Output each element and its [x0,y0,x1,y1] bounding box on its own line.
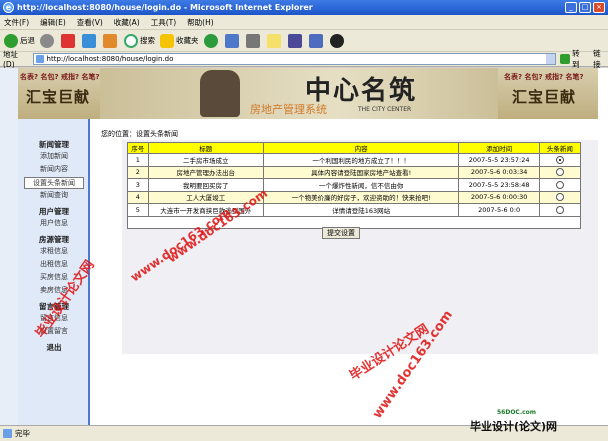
headline-radio[interactable] [555,180,564,189]
note-button[interactable] [266,33,283,48]
main-area: 您的位置：设置头条新闻 序号 标题 内容 添加时间 头条新闻 1 二手房市场成立… [92,119,608,425]
media-icon [203,33,218,48]
address-bar: 地址(D) http://localhost:8080/house/login.… [0,49,608,69]
dropdown-arrow-icon[interactable] [546,54,556,64]
sidebar-item-news-content[interactable]: 新闻内容 [18,164,90,174]
mail-icon [224,33,239,48]
stop-button[interactable] [61,33,77,48]
menu-edit[interactable]: 编辑(E) [40,17,66,28]
minimize-button[interactable]: _ [565,2,577,13]
headline-radio[interactable] [555,168,564,177]
back-button[interactable]: 后退 [4,33,35,48]
page-content: 名表? 名包? 戒指? 名笔? 汇宝巨献 中心名筑 房地产管理系统 THE CI… [0,68,608,425]
menu-favorites[interactable]: 收藏(A) [114,17,140,28]
sidebar-item-set-headline[interactable]: 设置头条新闻 [24,177,84,189]
menu-view[interactable]: 查看(V) [77,17,103,28]
forward-arrow-icon [40,33,54,48]
headline-radio[interactable] [555,193,564,202]
fish-button[interactable] [308,33,325,48]
address-url: http://localhost:8080/house/login.do [46,55,174,63]
headline-radio[interactable] [555,205,564,214]
brand-logo: 毕业设计(论文)网 [470,420,558,433]
banner-left-big: 汇宝巨献 [26,88,91,106]
forward-button[interactable] [40,33,56,48]
sidebar-item-rent-wanted[interactable]: 求租信息 [18,246,90,256]
links-button[interactable]: 链接 [593,48,608,70]
go-arrow-icon [560,54,571,64]
col-headline: 头条新闻 [538,142,582,154]
banner-city: THE CITY CENTER [358,106,412,113]
search-icon [124,33,138,48]
table-header: 序号 标题 内容 添加时间 头条新闻 [127,142,582,154]
headline-table: 序号 标题 内容 添加时间 头条新闻 1 二手房市场成立 一个利国利民的地方成立… [127,142,582,217]
col-content: 内容 [262,142,460,154]
ie-icon: e [3,2,14,13]
menu-bar: 文件(F) 编辑(E) 查看(V) 收藏(A) 工具(T) 帮助(H) [0,15,608,30]
sidebar-item-add-news[interactable]: 添加新闻 [18,151,90,161]
col-time: 添加时间 [458,142,540,154]
note-icon [266,33,281,48]
status-text: 完毕 [15,429,30,438]
banner: 名表? 名包? 戒指? 名笔? 汇宝巨献 中心名筑 房地产管理系统 THE CI… [18,68,598,119]
menu-tools[interactable]: 工具(T) [151,17,176,28]
address-label: 地址(D) [3,50,18,69]
title-bar: e http://localhost:8080/house/login.do -… [0,0,608,15]
fish-icon [308,33,323,48]
favorites-button[interactable]: 收藏夹 [160,33,199,48]
sidebar-section-news: 新闻管理 [39,140,69,149]
search-button[interactable]: 搜索 [124,33,155,48]
page-icon [35,55,44,63]
mail-button[interactable] [224,33,241,48]
window-title: http://localhost:8080/house/login.do - M… [17,3,313,12]
k-icon [287,33,302,48]
submit-settings-button[interactable]: 提交设置 [322,227,360,239]
headline-radio[interactable] [555,155,564,164]
menu-help[interactable]: 帮助(H) [187,17,214,28]
go-button[interactable]: 转到 [560,48,587,70]
home-icon [103,33,117,48]
home-button[interactable] [103,33,119,48]
table-row: 5 大连市一开发商挟巨款逃到国外 详情请登陆163网站 2007-5-6 0:0 [127,203,582,217]
sidebar-section-users: 用户管理 [39,207,69,216]
sidebar-item-news-query[interactable]: 新闻查询 [18,190,90,200]
star-icon [160,33,174,48]
sidebar-item-user-info[interactable]: 用户信息 [18,218,90,228]
refresh-button[interactable] [82,33,98,48]
table-row: 4 工人大厦竣工 一个物美价廉的好房子，欢迎资助的！快来抢吧! 2007-5-6… [127,190,582,204]
k-button[interactable] [287,33,304,48]
page-icon [3,429,12,438]
stop-icon [61,33,75,48]
banner-right-big: 汇宝巨献 [512,88,577,106]
col-title: 标题 [147,142,264,154]
address-input[interactable]: http://localhost:8080/house/login.do [32,53,557,65]
banner-subtitle: 房地产管理系统 [250,103,327,116]
logout-link[interactable]: 退出 [18,342,90,353]
sidebar-section-housing: 房源管理 [39,235,69,244]
menu-file[interactable]: 文件(F) [4,17,29,28]
media-button[interactable] [203,33,220,48]
back-arrow-icon [4,33,18,48]
penguin-icon [329,33,344,48]
print-button[interactable] [245,33,262,48]
col-no: 序号 [127,142,149,154]
qq-button[interactable] [329,33,346,48]
table-row: 2 房地产管理办法出台 具体内容请登陆国家房地产站查看! 2007-5-6 0:… [127,165,582,179]
maximize-button[interactable]: □ [579,2,591,13]
banner-photo [200,70,240,117]
print-icon [245,33,260,48]
table-row: 3 我明要回买房了 一个爆炸性新闻，信不信由你 2007-5-5 23:58:4… [127,178,582,192]
site-logo: 56DOC.com [497,409,537,416]
breadcrumb: 您的位置：设置头条新闻 [101,130,178,138]
toolbar: 后退 搜索 收藏夹 [0,30,608,52]
banner-left-slogan: 名表? 名包? 戒指? 名笔? [20,73,100,81]
refresh-icon [82,33,96,48]
table-row: 1 二手房市场成立 一个利国利民的地方成立了！！！ 2007-5-5 23:57… [127,153,582,167]
banner-right-slogan: 名表? 名包? 戒指? 名笔? [504,73,584,81]
close-button[interactable]: × [593,2,605,13]
